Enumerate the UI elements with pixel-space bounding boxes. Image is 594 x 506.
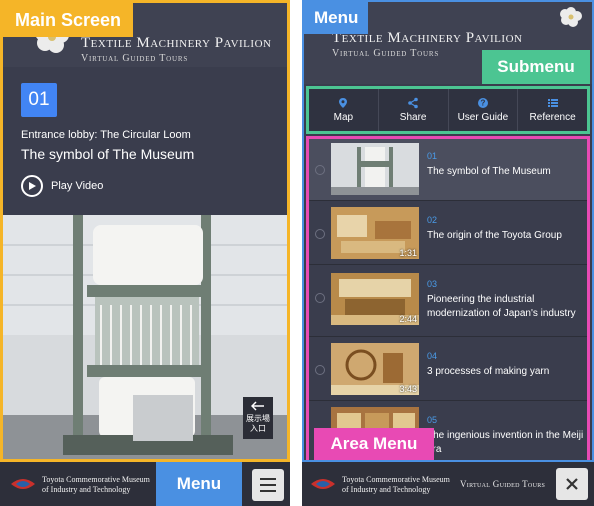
item-title: The origin of the Toyota Group xyxy=(427,230,562,241)
museum-logo-icon xyxy=(311,479,335,489)
radio-icon xyxy=(315,293,325,303)
item-title: Pioneering the industrial modernization … xyxy=(427,294,576,319)
item-number: 01 xyxy=(427,151,438,161)
submenu-tag: Submenu xyxy=(482,50,590,84)
submenu-map-button[interactable]: Map xyxy=(309,89,379,131)
flower-decoration-icon xyxy=(560,7,582,27)
item-number: 02 xyxy=(427,215,438,225)
submenu-user-guide-button[interactable]: ? User Guide xyxy=(449,89,519,131)
video-duration: 2:44 xyxy=(399,314,417,324)
radio-icon xyxy=(315,365,325,375)
radio-icon xyxy=(315,229,325,239)
thumbnail: 3:43 xyxy=(331,343,419,395)
pavilion-subtitle: Virtual Guided Tours xyxy=(81,53,189,64)
museum-logo-icon xyxy=(11,479,35,489)
museum-name: Toyota Commemorative Museum of Industry … xyxy=(342,475,450,495)
play-video-label: Play Video xyxy=(51,180,104,192)
menu-button[interactable] xyxy=(252,469,284,501)
museum-name-line1: Toyota Commemorative Museum xyxy=(342,475,450,484)
museum-name-line2: of Industry and Technology xyxy=(342,485,431,494)
thumbnail: 2:44 xyxy=(331,273,419,325)
play-video-button[interactable]: Play Video xyxy=(21,175,103,197)
main-screen-panel: Textile Machinery Pavilion Virtual Guide… xyxy=(0,0,290,506)
hamburger-icon xyxy=(260,478,276,480)
play-icon xyxy=(21,175,43,197)
item-number: 04 xyxy=(427,351,438,361)
spot-headline: The symbol of The Museum xyxy=(21,146,195,162)
spot-subtitle: Entrance lobby: The Circular Loom xyxy=(21,129,191,141)
area-menu-tag: Area Menu xyxy=(314,428,434,460)
submenu-map-label: Map xyxy=(333,112,354,123)
menu-tag: Menu xyxy=(304,2,369,34)
entrance-sign: 展示場 入口 xyxy=(243,397,273,439)
item-title: The ingenious invention in the Meiji era xyxy=(427,430,584,455)
submenu-bar: Map Share ? User Guide Reference xyxy=(306,86,590,134)
arrow-left-icon xyxy=(250,401,264,411)
museum-name-line2: of Industry and Technology xyxy=(42,485,131,494)
list-icon xyxy=(547,99,558,107)
submenu-reference-button[interactable]: Reference xyxy=(518,89,587,131)
video-duration: 1:31 xyxy=(399,248,417,258)
pavilion-title: Textile Machinery Pavilion xyxy=(81,35,272,51)
hamburger-icon xyxy=(260,490,276,492)
submenu-share-label: Share xyxy=(399,112,427,123)
video-duration: 3:43 xyxy=(399,384,417,394)
radio-icon xyxy=(315,165,325,175)
list-item[interactable]: 01 The symbol of The Museum xyxy=(309,139,587,201)
item-number: 05 xyxy=(427,415,438,425)
menu-screen-panel: Textile Machinery Pavilion Virtual Guide… xyxy=(302,0,594,506)
menu-screen-frame: Textile Machinery Pavilion Virtual Guide… xyxy=(302,0,594,462)
map-pin-icon xyxy=(339,98,348,108)
svg-text:?: ? xyxy=(480,99,485,108)
museum-name: Toyota Commemorative Museum of Industry … xyxy=(42,475,150,495)
submenu-share-button[interactable]: Share xyxy=(379,89,449,131)
pavilion-subtitle: Virtual Guided Tours xyxy=(332,48,440,59)
menu-tag: Menu xyxy=(156,462,242,506)
bottom-bar: Toyota Commemorative Museum of Industry … xyxy=(0,462,290,506)
circular-loom-photo: 展示場 入口 xyxy=(3,215,287,459)
close-icon xyxy=(566,478,578,490)
submenu-user-guide-label: User Guide xyxy=(457,112,509,123)
thumbnail xyxy=(331,143,419,195)
virtual-guided-tours-label: Virtual Guided Tours xyxy=(460,479,546,489)
area-menu-list: 01 The symbol of The Museum 1:31 02 The … xyxy=(306,136,590,460)
close-menu-button[interactable] xyxy=(556,468,588,500)
main-screen-tag: Main Screen xyxy=(3,3,134,37)
spot-number-badge: 01 xyxy=(21,83,57,117)
item-number: 03 xyxy=(427,279,438,289)
item-title: The symbol of The Museum xyxy=(427,166,551,177)
item-title: 3 processes of making yarn xyxy=(427,366,550,377)
list-item[interactable]: 1:31 02 The origin of the Toyota Group xyxy=(309,203,587,265)
thumbnail: 1:31 xyxy=(331,207,419,259)
submenu-reference-label: Reference xyxy=(529,112,576,123)
help-icon: ? xyxy=(477,98,488,108)
main-screen-frame: Textile Machinery Pavilion Virtual Guide… xyxy=(0,0,290,462)
list-item[interactable]: 3:43 04 3 processes of making yarn xyxy=(309,339,587,401)
museum-name-line1: Toyota Commemorative Museum xyxy=(42,475,150,484)
list-item[interactable]: 2:44 03 Pioneering the industrial modern… xyxy=(309,267,587,337)
bottom-bar: Toyota Commemorative Museum of Industry … xyxy=(302,462,594,506)
share-icon xyxy=(408,97,418,109)
hamburger-icon xyxy=(260,484,276,486)
sign-text: 展示場 入口 xyxy=(246,414,270,433)
